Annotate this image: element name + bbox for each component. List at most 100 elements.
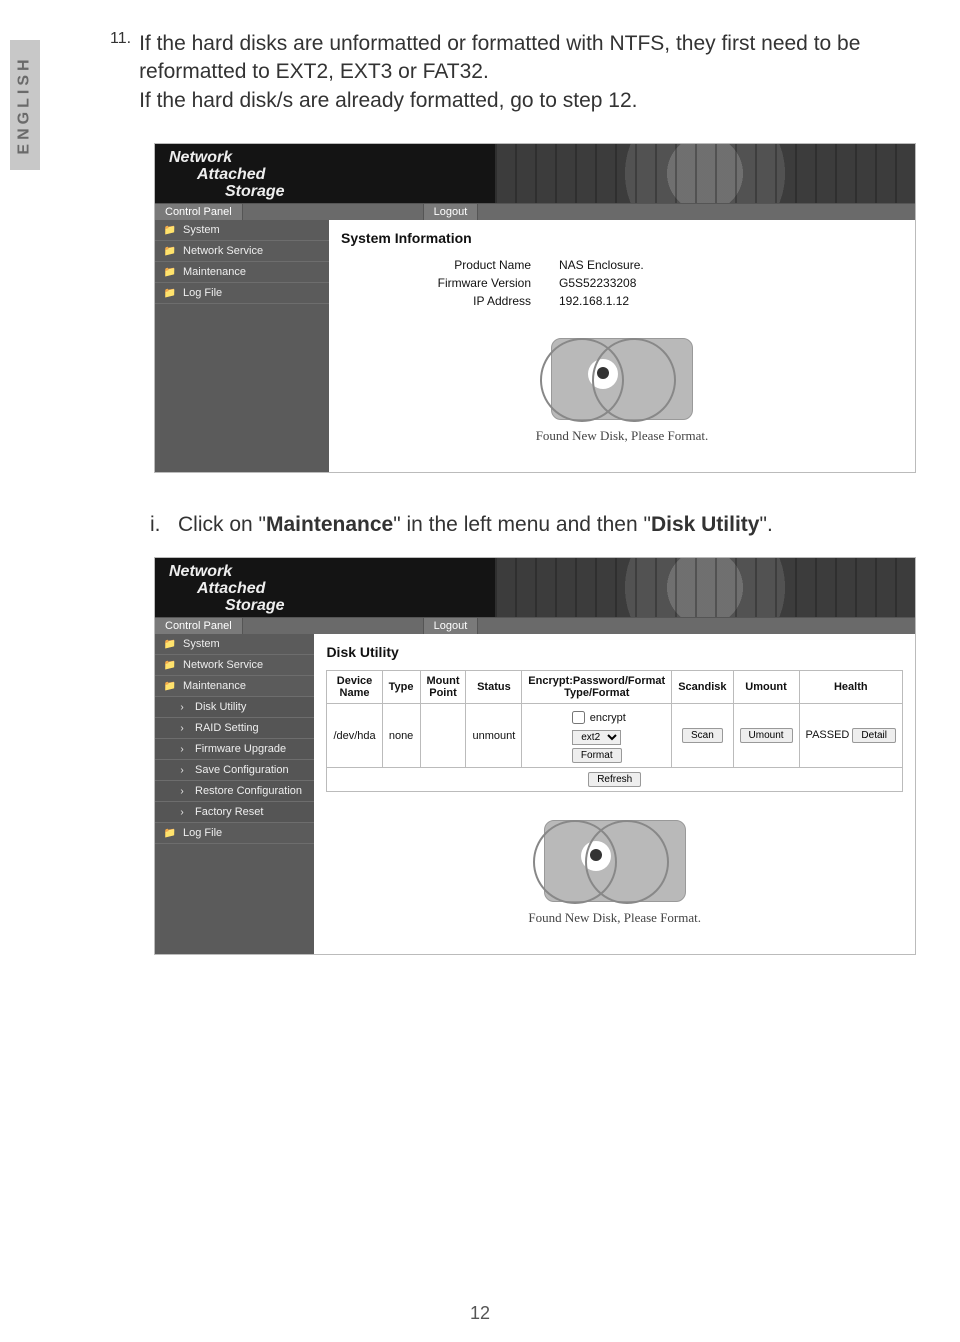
app-header: Network Attached Storage xyxy=(155,558,915,618)
sidebar-item-label: RAID Setting xyxy=(195,722,259,734)
step-text-2: If the hard disk/s are already formatted… xyxy=(139,87,900,115)
column-header: Umount xyxy=(733,671,799,704)
folder-icon: 📁 xyxy=(163,679,177,693)
refresh-button[interactable]: Refresh xyxy=(588,772,641,787)
info-value: NAS Enclosure. xyxy=(559,258,644,272)
encrypt-checkbox[interactable] xyxy=(572,711,585,724)
chevron-right-icon: › xyxy=(175,805,189,819)
sidebar-item-label: Disk Utility xyxy=(195,701,246,713)
column-header: Device Name xyxy=(327,671,382,704)
folder-icon: 📁 xyxy=(163,658,177,672)
sidebar-item[interactable]: 📁 Maintenance xyxy=(155,262,329,283)
step-number: 11. xyxy=(110,30,139,115)
chevron-right-icon: › xyxy=(175,763,189,777)
folder-icon: 📁 xyxy=(163,637,177,651)
sidebar-item[interactable]: 📁 System xyxy=(155,634,314,655)
content-heading: System Information xyxy=(341,230,903,246)
scan-button[interactable]: Scan xyxy=(682,728,723,743)
sidebar-item[interactable]: 📁 Network Service xyxy=(155,655,314,676)
cell-format: encrypt ext2 Format xyxy=(522,704,672,768)
sidebar-item-label: Network Service xyxy=(183,659,263,671)
cell-type: none xyxy=(382,704,420,768)
column-header: Encrypt:Password/Format Type/Format xyxy=(522,671,672,704)
sidebar-item[interactable]: › Factory Reset xyxy=(155,802,314,823)
sidebar-item-label: Restore Configuration xyxy=(195,785,302,797)
health-status: PASSED xyxy=(806,729,850,741)
folder-icon: 📁 xyxy=(163,826,177,840)
sub-instruction-i: i. Click on "Maintenance" in the left me… xyxy=(150,513,900,537)
format-type-select[interactable]: ext2 xyxy=(572,730,621,745)
folder-icon: 📁 xyxy=(163,244,177,258)
sidebar-item[interactable]: ›Save Configuration xyxy=(155,760,314,781)
sidebar-item[interactable]: 📁 Network Service xyxy=(155,241,329,262)
umount-button[interactable]: Umount xyxy=(740,728,793,743)
info-value: G5S52233208 xyxy=(559,276,636,290)
language-tab-label: ENGLISH xyxy=(16,55,34,154)
chevron-right-icon: › xyxy=(175,784,189,798)
sidebar-item-label: Factory Reset xyxy=(195,806,263,818)
sidebar-item[interactable]: 📁 System xyxy=(155,220,329,241)
sidebar-item[interactable]: › Disk Utility xyxy=(155,697,314,718)
brand-line-3: Storage xyxy=(225,598,905,615)
brand-line-2: Attached xyxy=(197,581,905,598)
sidebar-item-label: Log File xyxy=(183,287,222,299)
info-row: Product Name NAS Enclosure. xyxy=(401,256,903,274)
content-heading: Disk Utility xyxy=(326,644,903,660)
info-value: 192.168.1.12 xyxy=(559,294,629,308)
folder-icon: 📁 xyxy=(163,223,177,237)
tab-logout[interactable]: Logout xyxy=(423,204,479,220)
refresh-row: Refresh xyxy=(327,768,903,792)
sidebar-item[interactable]: › RAID Setting xyxy=(155,718,314,739)
sidebar-item-label: Network Service xyxy=(183,245,263,257)
disk-icon xyxy=(551,338,693,420)
sidebar: 📁 System 📁 Network Service 📁Maintenance › Disk… xyxy=(155,634,314,954)
substep-number: i. xyxy=(150,513,161,536)
info-row: Firmware Version G5S52233208 xyxy=(401,274,903,292)
format-button[interactable]: Format xyxy=(572,748,622,763)
sidebar-item-label: Firmware Upgrade xyxy=(195,743,286,755)
sidebar-item[interactable]: 📁Log File xyxy=(155,823,314,844)
info-table: Product Name NAS Enclosure. Firmware Versi… xyxy=(401,256,903,310)
column-header: Health xyxy=(799,671,902,704)
tab-row: Control Panel Logout xyxy=(155,618,915,634)
column-header: Scandisk xyxy=(672,671,733,704)
tab-control-panel[interactable]: Control Panel xyxy=(155,618,243,634)
substep-text: Click on "Maintenance" in the left menu … xyxy=(178,513,773,536)
info-row: IP Address 192.168.1.12 xyxy=(401,292,903,310)
folder-icon: 📁 xyxy=(163,286,177,300)
info-key: IP Address xyxy=(401,294,531,308)
brand-line-2: Attached xyxy=(197,167,905,184)
disk-caption: Found New Disk, Please Format. xyxy=(326,910,903,926)
brand-line-3: Storage xyxy=(225,184,905,201)
chevron-right-icon: › xyxy=(175,700,189,714)
cell-mount-point xyxy=(420,704,466,768)
language-tab: ENGLISH xyxy=(10,40,40,170)
sidebar: 📁 System 📁 Network Service 📁 Maintenance 📁 Log … xyxy=(155,220,329,472)
sidebar-item[interactable]: › Restore Configuration xyxy=(155,781,314,802)
sidebar-item-label: Maintenance xyxy=(183,266,246,278)
tab-row: Control Panel Logout xyxy=(155,204,915,220)
encrypt-label: encrypt xyxy=(590,712,626,724)
tab-logout[interactable]: Logout xyxy=(423,618,479,634)
sidebar-item[interactable]: 📁Maintenance xyxy=(155,676,314,697)
app-header: Network Attached Storage xyxy=(155,144,915,204)
screenshot-disk-utility: Network Attached Storage Control Panel L… xyxy=(154,557,916,955)
info-key: Product Name xyxy=(401,258,531,272)
sidebar-item[interactable]: 📁 Log File xyxy=(155,283,329,304)
disk-utility-table: Device NameTypeMount PointStatusEncrypt:… xyxy=(326,670,903,792)
detail-button[interactable]: Detail xyxy=(852,728,896,743)
sidebar-item-label: System xyxy=(183,224,220,236)
tab-control-panel[interactable]: Control Panel xyxy=(155,204,243,220)
sidebar-item-label: System xyxy=(183,638,220,650)
sidebar-item[interactable]: ›Firmware Upgrade xyxy=(155,739,314,760)
cell-status: unmount xyxy=(466,704,522,768)
column-header: Status xyxy=(466,671,522,704)
disk-caption: Found New Disk, Please Format. xyxy=(341,428,903,444)
screenshot-system-information: Network Attached Storage Control Panel L… xyxy=(154,143,916,473)
info-key: Firmware Version xyxy=(401,276,531,290)
disk-icon xyxy=(544,820,686,902)
cell-device-name: /dev/hda xyxy=(327,704,382,768)
page-number: 12 xyxy=(0,1303,960,1324)
chevron-right-icon: › xyxy=(175,721,189,735)
folder-icon: 📁 xyxy=(163,265,177,279)
